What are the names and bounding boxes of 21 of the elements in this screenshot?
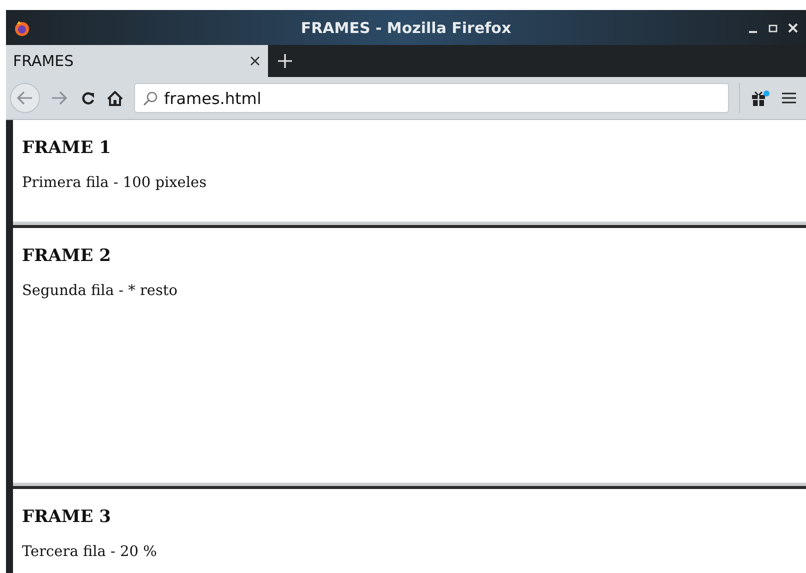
- menu-icon[interactable]: [782, 92, 796, 104]
- search-icon: [143, 90, 158, 106]
- window-title: FRAMES - Mozilla Firefox: [300, 18, 512, 36]
- maximize-icon[interactable]: [768, 22, 778, 32]
- gift-icon[interactable]: [751, 90, 770, 106]
- frame-text: Primera fila - 100 pixeles: [22, 174, 208, 193]
- back-button[interactable]: [10, 83, 40, 113]
- frame-heading: FRAME 1: [22, 137, 112, 159]
- address-bar[interactable]: frames.html: [134, 83, 729, 113]
- frame-text: Tercera fila - 20 %: [22, 543, 158, 562]
- frame-heading: FRAME 2: [22, 245, 112, 267]
- browser-logo-icon: [14, 20, 30, 36]
- frame-text: Segunda fila - * resto: [22, 282, 178, 301]
- reload-icon[interactable]: [81, 90, 96, 106]
- home-icon[interactable]: [107, 90, 123, 106]
- close-icon[interactable]: [788, 22, 798, 32]
- close-tab-icon[interactable]: [250, 56, 260, 66]
- frame-heading: FRAME 3: [22, 506, 112, 528]
- new-tab-icon[interactable]: [278, 54, 292, 68]
- browser-tab[interactable]: FRAMES: [6, 45, 268, 77]
- back-arrow-icon: [17, 91, 33, 105]
